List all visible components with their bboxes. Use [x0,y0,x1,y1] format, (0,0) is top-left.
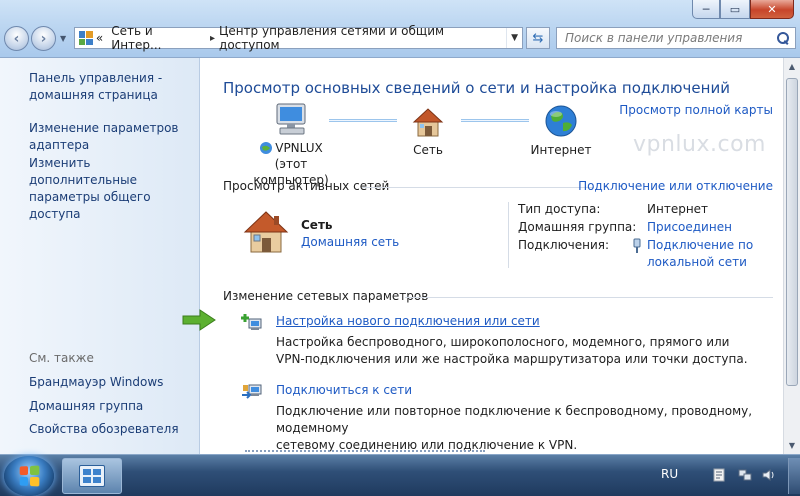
task-connect-network-desc-1: Подключение или повторное подключение к … [276,404,753,435]
homegroup-label: Домашняя группа: [518,220,637,234]
forward-button[interactable]: › [31,26,56,51]
access-type-label: Тип доступа: [518,202,601,216]
sidebar-item-internet-options[interactable]: Свойства обозревателя [29,421,197,438]
change-settings-title: Изменение сетевых параметров [223,289,429,303]
address-dropdown[interactable]: ▼ [506,28,522,48]
active-network-type-link[interactable]: Домашняя сеть [301,235,399,249]
recent-pages-dropdown[interactable]: ▼ [60,34,66,43]
breadcrumb-network-center[interactable]: Центр управления сетями и общим доступом [219,24,506,52]
connections-value-line-1[interactable]: Подключение по [647,237,753,254]
globe-icon [545,105,577,137]
connections-value-line-2[interactable]: локальной сети [647,254,753,271]
main-content: Просмотр основных сведений о сети и наст… [201,58,783,454]
map-node-network[interactable]: Сеть [395,106,461,158]
task-new-connection-desc: Настройка беспроводного, широкополосного… [276,334,776,368]
task-new-connection-link[interactable]: Настройка нового подключения или сети [276,314,540,328]
connect-network-icon [242,384,262,399]
connections-label: Подключения: [518,238,610,252]
sidebar-item-firewall[interactable]: Брандмауэр Windows [29,374,197,391]
homegroup-value-link[interactable]: Присоединен [647,219,732,236]
windows-logo-icon [19,465,40,487]
map-connector-2 [461,119,529,122]
network-plug-icon [633,238,641,253]
search-box[interactable] [556,27,796,49]
green-arrow-icon [182,309,216,331]
full-map-link[interactable]: Просмотр полной карты [619,103,773,117]
house-large-icon [243,211,289,253]
sidebar-item-homegroup[interactable]: Домашняя группа [29,398,197,415]
taskbar-item-control-panel[interactable] [62,458,122,494]
breadcrumb-prefix[interactable]: « [96,31,103,45]
connect-disconnect-link[interactable]: Подключение или отключение [578,179,773,193]
new-connection-icon [241,314,262,330]
active-networks-rule [362,187,594,188]
nav-buttons: ‹ › ▼ [4,26,66,51]
refresh-button[interactable]: ⇆ [526,27,550,49]
map-connector-1 [329,119,397,122]
map-node-computer[interactable]: VPNLUX (этот компьютер) [239,102,343,188]
breadcrumb-network-internet[interactable]: Сеть и Интер... [111,24,206,52]
search-input[interactable] [565,31,765,45]
control-panel-app-icon [79,465,105,487]
forward-arrow-icon: › [40,30,47,47]
task-new-connection-desc-1: Настройка беспроводного, широкополосного… [276,335,730,349]
sidebar-item-control-panel-home[interactable]: Панель управления - домашняя страница [29,70,197,104]
scroll-up-button[interactable]: ▲ [784,58,800,75]
change-settings-rule [405,297,773,298]
computer-name: VPNLUX [275,141,323,155]
sidebar-item-sharing-settings[interactable]: Изменить дополнительные параметры общего… [29,155,197,223]
back-button[interactable]: ‹ [4,26,29,51]
sidebar: Панель управления - домашняя страница Из… [0,58,200,454]
computer-icon [276,103,306,135]
scroll-down-button[interactable]: ▼ [784,437,800,454]
start-button[interactable] [4,456,54,496]
window-controls: ─ ▭ ✕ [692,0,794,19]
house-icon [412,108,444,137]
see-also-title: См. также [29,351,94,365]
internet-node-label: Интернет [530,143,592,157]
access-type-value: Интернет [647,202,709,216]
network-node-label: Сеть [413,143,443,157]
sidebar-item-adapter-settings[interactable]: Изменение параметров адаптера [29,120,197,154]
maximize-button[interactable]: ▭ [720,0,750,19]
active-network-name: Сеть [301,218,333,232]
task-connect-network-link[interactable]: Подключиться к сети [276,383,412,397]
title-bar: ─ ▭ ✕ ‹ › ▼ « Сеть и Интер... ▸ Центр уп… [0,0,800,58]
tray-volume-icon[interactable] [762,468,776,482]
control-panel-icon [79,31,93,45]
address-bar[interactable]: « Сеть и Интер... ▸ Центр управления сет… [74,24,523,52]
map-node-internet[interactable]: Интернет [523,104,599,158]
language-indicator[interactable]: RU [661,467,678,481]
breadcrumb-separator[interactable]: ▸ [210,33,215,44]
task-connect-network-desc: Подключение или повторное подключение к … [276,403,776,454]
close-button[interactable]: ✕ [750,0,794,19]
taskbar: RU [0,454,800,496]
properties-divider [508,202,509,268]
refresh-icon: ⇆ [532,30,544,46]
globe-small-icon [260,142,273,154]
show-desktop-button[interactable] [788,458,800,494]
vertical-scrollbar[interactable]: ▲ ▼ [783,58,800,454]
page-title: Просмотр основных сведений о сети и наст… [223,79,730,97]
task-new-connection-desc-2: VPN-подключения или же настройка маршрут… [276,352,748,366]
back-arrow-icon: ‹ [13,30,20,47]
connections-value-link[interactable]: Подключение по локальной сети [647,237,753,271]
search-icon[interactable] [777,32,789,44]
active-networks-title: Просмотр активных сетей [223,179,390,193]
minimize-button[interactable]: ─ [692,0,720,19]
scroll-thumb[interactable] [786,78,798,386]
tray-flag-icon[interactable] [712,468,726,482]
watermark: vpnlux.com [633,132,766,157]
tray-network-icon[interactable] [738,468,752,482]
